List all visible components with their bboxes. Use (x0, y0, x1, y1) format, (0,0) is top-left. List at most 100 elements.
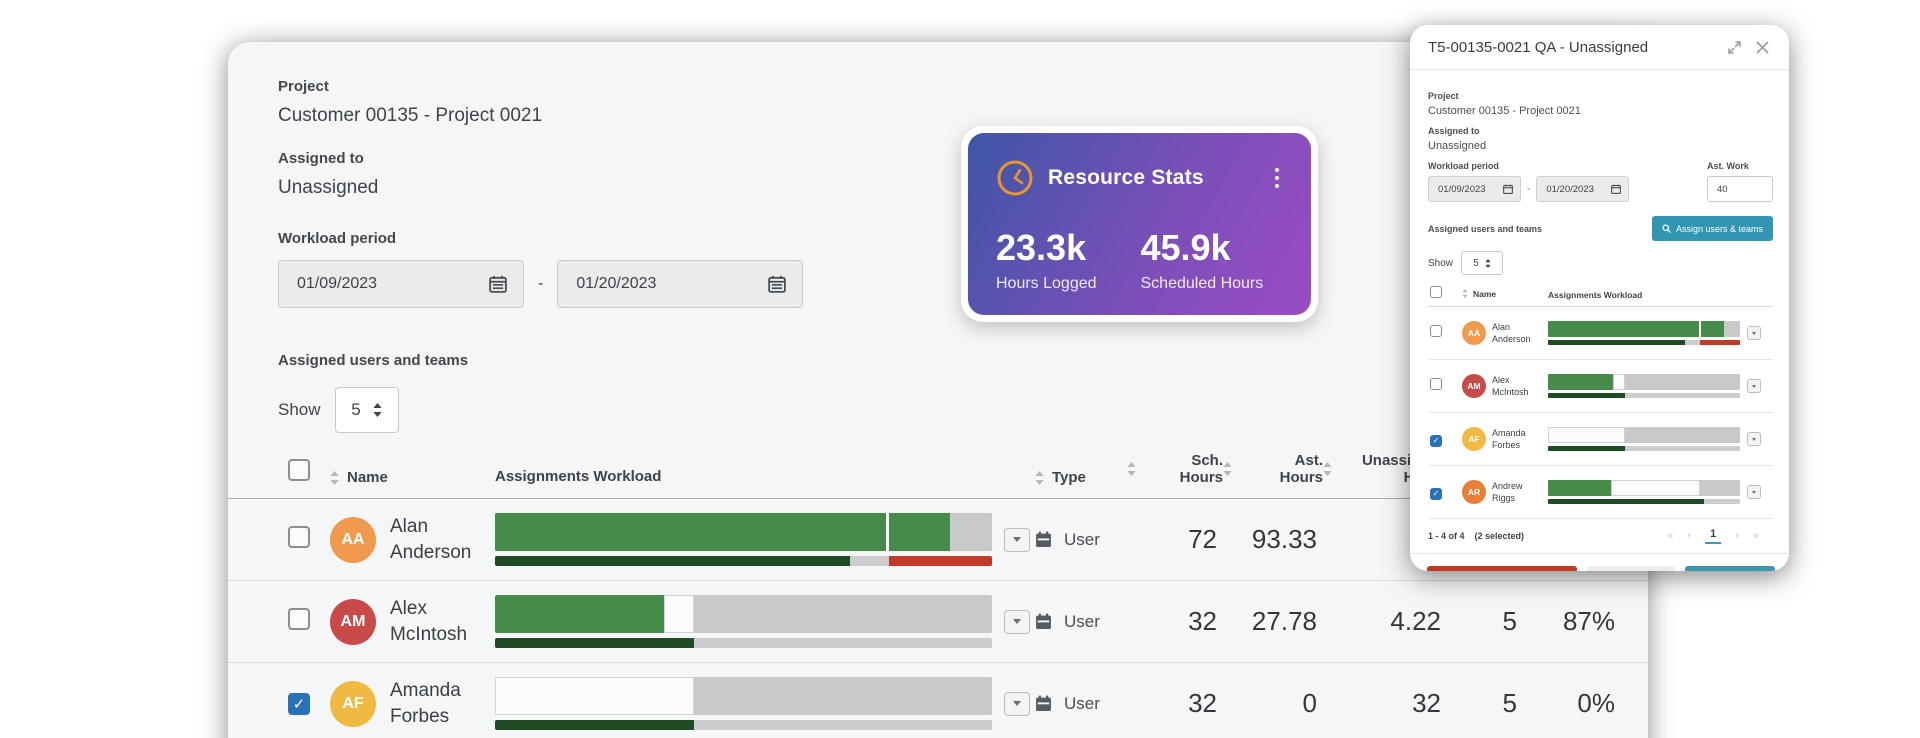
workload-bars (1548, 427, 1741, 451)
header-ast-hours[interactable]: Ast. Hours (1240, 452, 1323, 486)
header-sch-hours[interactable]: Sch. Hours (1144, 452, 1223, 486)
row-expand-button[interactable] (1747, 485, 1761, 499)
assigned-to-value: Unassigned (278, 177, 379, 198)
modal-work-input[interactable]: 40 (1707, 176, 1773, 202)
header-type[interactable]: Type (1052, 469, 1086, 486)
scheduled-bar (1548, 480, 1741, 496)
assign-users-button[interactable]: Assign users & teams (1651, 216, 1773, 241)
row-col6: 87% (1562, 606, 1615, 636)
modal-assigned-label: Assigned to (1428, 126, 1480, 136)
avatar: AM (330, 598, 376, 645)
row-col6: 0% (1577, 688, 1615, 718)
row-checkbox[interactable] (288, 526, 310, 548)
avatar: AF (330, 680, 376, 727)
clock-icon (996, 159, 1034, 197)
sort-icon (1323, 462, 1332, 476)
row-expand-button[interactable] (1004, 691, 1030, 716)
resource-stats-card: Resource Stats 23.3k Hours Logged 45.9k … (961, 126, 1318, 322)
page-first-button[interactable]: « (1667, 530, 1673, 542)
calendar-icon (1611, 184, 1622, 194)
modal-header-workload: Assignments Workload (1548, 289, 1643, 300)
calendar-icon (1036, 613, 1051, 629)
user-name: Alex McIntosh (390, 597, 468, 645)
show-value: 5 (351, 400, 361, 419)
calendar-icon[interactable] (487, 273, 509, 295)
table-row: ✓ AF Amanda Forbes User 32 0 32 5 0% (228, 663, 1648, 738)
avatar: AM (1462, 374, 1486, 398)
show-label: Show (278, 400, 321, 419)
caret-down-icon (1752, 490, 1757, 494)
avatar: AA (1462, 321, 1486, 345)
row-checkbox[interactable] (288, 608, 310, 630)
modal-row-checkbox[interactable] (1430, 378, 1442, 390)
modal-pagination: 1 - 4 of 4 (2 selected) « ‹ 1 › » (1428, 519, 1773, 553)
logged-bar (1548, 499, 1741, 504)
modal-show-select[interactable]: 5 (1461, 251, 1504, 275)
modal-table-row: ✓ AF Amanda Forbes (1428, 413, 1773, 466)
assigned-to-label: Assigned to (278, 150, 364, 167)
split-hours-button[interactable]: Split hours evenly (1685, 566, 1775, 571)
show-select[interactable]: 5 (334, 387, 399, 433)
project-value: Customer 00135 - Project 0021 (278, 105, 543, 126)
delete-assignments-button[interactable]: Delete assignments (1427, 566, 1577, 571)
workload-period-field: Workload period 01/09/2023 - 01/20/2023 (278, 230, 804, 308)
calendar-icon[interactable] (766, 273, 788, 295)
page-next-button[interactable]: › (1735, 530, 1739, 542)
row-ast-hours: 93.33 (1251, 524, 1317, 554)
workload-bars (1548, 374, 1741, 398)
select-all-checkbox[interactable] (288, 459, 310, 481)
modal-header-name[interactable]: Name (1473, 289, 1496, 299)
row-expand-button[interactable] (1747, 379, 1761, 393)
row-expand-button[interactable] (1004, 609, 1030, 634)
modal-work-value: 40 (1717, 183, 1728, 195)
modal-project-field: Project Customer 00135 - Project 0021 (1428, 91, 1773, 117)
modal-select-all-checkbox[interactable] (1430, 285, 1442, 298)
sort-icon (1035, 470, 1044, 485)
caret-down-icon (1013, 619, 1021, 624)
row-unassigned-hours: 4.22 (1390, 606, 1441, 636)
modal-users-label: Assigned users and teams (1428, 223, 1543, 234)
row-expand-button[interactable] (1004, 527, 1030, 552)
modal-date-from-input[interactable]: 01/09/2023 (1428, 176, 1521, 202)
workload-period-label: Workload period (278, 230, 397, 247)
modal-table-header: Name Assignments Workload (1428, 281, 1773, 307)
modal-title-bar: T5-00135-0021 QA - Unassigned (1410, 25, 1789, 70)
stat-value: 23.3k (996, 227, 1087, 268)
page-last-button[interactable]: » (1753, 530, 1759, 542)
row-col5: 5 (1502, 688, 1517, 718)
assigned-users-label: Assigned users and teams (278, 352, 469, 369)
view-calendars-button[interactable]: View calendars (1587, 566, 1675, 571)
page-prev-button[interactable]: ‹ (1687, 530, 1691, 542)
modal-date-to-input[interactable]: 01/20/2023 (1536, 176, 1630, 202)
workload-bars (495, 513, 992, 566)
row-expand-button[interactable] (1747, 326, 1761, 340)
stat-scheduled-hours: 45.9k Scheduled Hours (1141, 227, 1286, 293)
task-modal: T5-00135-0021 QA - Unassigned Project Cu… (1410, 25, 1789, 571)
date-to-input[interactable]: 01/20/2023 (557, 260, 804, 308)
row-ast-hours: 27.78 (1251, 606, 1317, 636)
header-name[interactable]: Name (347, 469, 388, 486)
caret-down-icon (1752, 331, 1757, 335)
modal-work-label: Ast. Work (1707, 161, 1749, 171)
row-expand-button[interactable] (1747, 432, 1761, 446)
modal-show-label: Show (1428, 257, 1454, 269)
row-sch-hours: 32 (1188, 606, 1217, 636)
page-current[interactable]: 1 (1705, 528, 1722, 544)
expand-icon[interactable] (1723, 36, 1745, 58)
date-from-value: 01/09/2023 (297, 275, 378, 292)
modal-row-checkbox[interactable]: ✓ (1430, 434, 1442, 447)
row-unassigned-hours: 32 (1412, 688, 1441, 718)
modal-row-checkbox[interactable] (1430, 325, 1442, 337)
modal-project-value: Customer 00135 - Project 0021 (1428, 105, 1581, 117)
close-icon[interactable] (1751, 36, 1773, 58)
workload-bars (1548, 321, 1741, 345)
row-checkbox[interactable]: ✓ (288, 692, 310, 715)
pagination-selected: (2 selected) (1474, 531, 1525, 541)
kebab-menu-icon[interactable] (1269, 164, 1285, 192)
stat-label: Hours Logged (996, 275, 1097, 292)
date-from-input[interactable]: 01/09/2023 (278, 260, 524, 308)
modal-row-checkbox[interactable]: ✓ (1430, 487, 1442, 500)
row-type: User (1064, 693, 1100, 713)
sort-icon (1223, 462, 1232, 476)
scheduled-bar (495, 513, 992, 551)
